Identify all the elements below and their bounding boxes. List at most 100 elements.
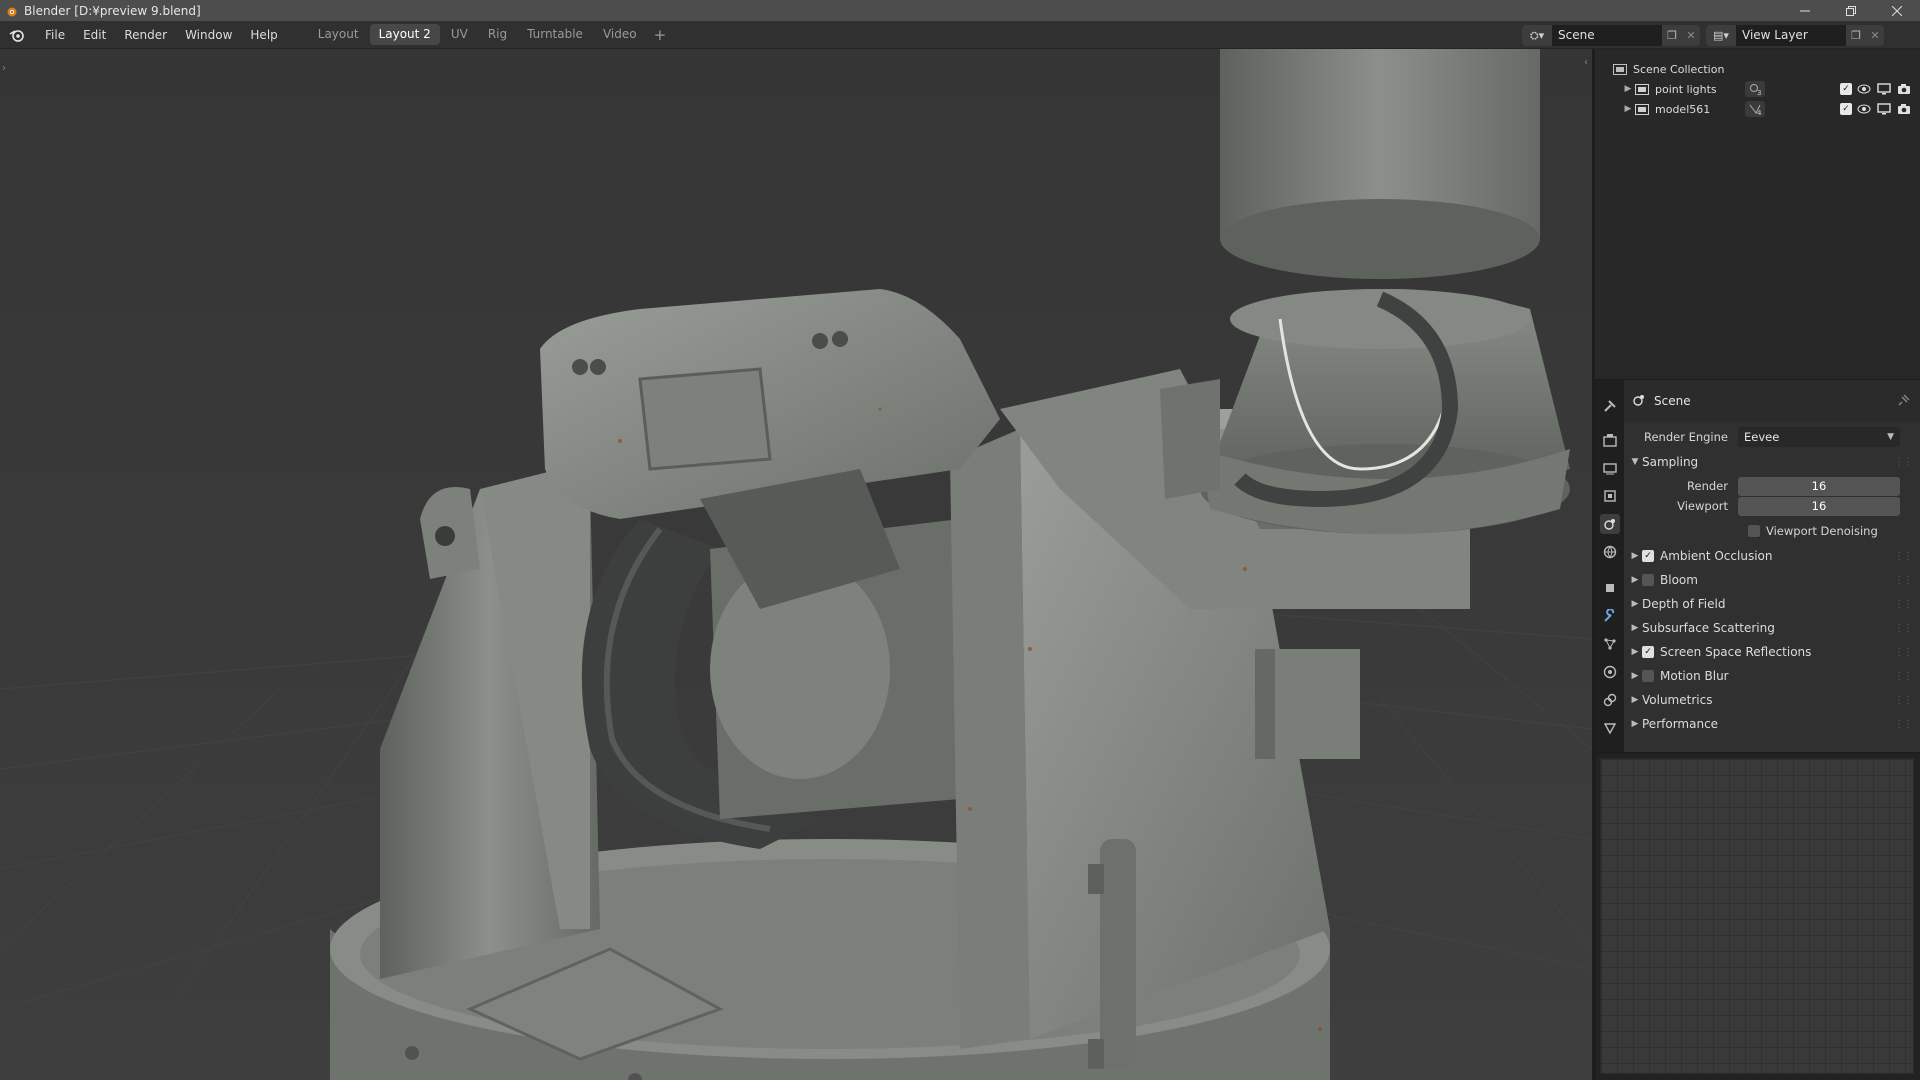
expand-triangle-icon[interactable]: ▶: [1621, 84, 1635, 94]
data-icon[interactable]: [1600, 718, 1620, 738]
menu-window[interactable]: Window: [176, 21, 241, 49]
subsurface-scattering-panel-header[interactable]: ▶ Subsurface Scattering ⋮⋮: [1624, 616, 1920, 640]
screen-space-reflections-checkbox[interactable]: ✓: [1642, 646, 1654, 658]
new-view-layer-icon[interactable]: ❐: [1846, 25, 1866, 46]
editor-grid-canvas[interactable]: [1600, 758, 1914, 1074]
add-workspace-button[interactable]: +: [648, 26, 673, 44]
drag-handle-icon[interactable]: ⋮⋮: [1894, 623, 1913, 634]
drag-handle-icon[interactable]: ⋮⋮: [1894, 457, 1913, 468]
delete-scene-icon[interactable]: ✕: [1682, 25, 1700, 46]
chevron-down-icon: ▼: [1887, 432, 1894, 442]
ambient-occlusion-checkbox[interactable]: ✓: [1642, 550, 1654, 562]
sidebar-expand-icon[interactable]: ‹: [1584, 57, 1588, 68]
screen-space-reflections-panel-header[interactable]: ▶ ✓ Screen Space Reflections ⋮⋮: [1624, 640, 1920, 664]
new-scene-icon[interactable]: ❐: [1662, 25, 1682, 46]
bloom-panel-header[interactable]: ▶ Bloom ⋮⋮: [1624, 568, 1920, 592]
performance-panel-header[interactable]: ▶ Performance ⋮⋮: [1624, 712, 1920, 736]
scene-icon[interactable]: [1600, 514, 1620, 534]
depth-of-field-panel-header[interactable]: ▶ Depth of Field ⋮⋮: [1624, 592, 1920, 616]
monitor-icon[interactable]: [1876, 102, 1892, 116]
light-count-badge: 3: [1745, 81, 1765, 97]
collection-name: point lights: [1655, 82, 1717, 96]
drag-handle-icon[interactable]: ⋮⋮: [1894, 647, 1913, 658]
scene-icon: [1632, 393, 1646, 410]
collapsed-triangle-icon: ▶: [1631, 551, 1639, 561]
volumetrics-panel-header[interactable]: ▶ Volumetrics ⋮⋮: [1624, 688, 1920, 712]
camera-icon[interactable]: [1896, 102, 1912, 116]
viewport-scene-render: [0, 49, 1592, 1080]
viewport-denoising-row: Viewport Denoising: [1624, 521, 1920, 541]
drag-handle-icon[interactable]: ⋮⋮: [1894, 719, 1913, 730]
close-icon[interactable]: [1874, 0, 1920, 21]
eye-icon[interactable]: [1856, 102, 1872, 116]
collapsed-triangle-icon: ▶: [1631, 719, 1639, 729]
ambient-occlusion-panel-header[interactable]: ▶ ✓ Ambient Occlusion ⋮⋮: [1624, 544, 1920, 568]
scene-browse-icon[interactable]: ⛭▾: [1522, 25, 1552, 46]
output-icon[interactable]: [1600, 458, 1620, 478]
scene-name-field[interactable]: Scene: [1552, 25, 1662, 46]
properties-tab-strip: [1596, 380, 1624, 752]
view-layer-icon[interactable]: [1600, 486, 1620, 506]
tab-layout-2[interactable]: Layout 2: [369, 24, 440, 45]
tab-turntable[interactable]: Turntable: [518, 24, 592, 45]
drag-handle-icon[interactable]: ⋮⋮: [1894, 551, 1913, 562]
menu-edit[interactable]: Edit: [74, 21, 115, 49]
render-engine-dropdown[interactable]: Eevee ▼: [1738, 427, 1900, 447]
menu-file[interactable]: File: [36, 21, 74, 49]
exclude-checkbox[interactable]: ✓: [1840, 103, 1852, 115]
camera-icon[interactable]: [1896, 82, 1912, 96]
minimize-icon[interactable]: [1782, 0, 1828, 21]
3d-viewport[interactable]: › ‹: [0, 49, 1592, 1080]
bloom-checkbox[interactable]: [1642, 574, 1654, 586]
render-engine-row: Render Engine Eevee ▼: [1624, 427, 1920, 447]
motion-blur-panel-header[interactable]: ▶ Motion Blur ⋮⋮: [1624, 664, 1920, 688]
blender-logo-icon[interactable]: [8, 26, 26, 44]
collection-icon: [1613, 63, 1627, 75]
workspace-tabs: Layout Layout 2 UV Rig Turntable Video +: [309, 24, 672, 45]
delete-view-layer-icon[interactable]: ✕: [1866, 25, 1884, 46]
tab-uv[interactable]: UV: [442, 24, 477, 45]
tab-rig[interactable]: Rig: [479, 24, 516, 45]
scene-collection-row[interactable]: Scene Collection: [1595, 59, 1920, 79]
modifier-wrench-icon[interactable]: [1600, 606, 1620, 626]
viewport-samples-field[interactable]: 16: [1738, 496, 1900, 516]
drag-handle-icon[interactable]: ⋮⋮: [1894, 695, 1913, 706]
drag-handle-icon[interactable]: ⋮⋮: [1894, 671, 1913, 682]
tab-layout[interactable]: Layout: [309, 24, 368, 45]
constraints-icon[interactable]: [1600, 690, 1620, 710]
view-layer-name-field[interactable]: View Layer: [1736, 25, 1846, 46]
exclude-checkbox[interactable]: ✓: [1840, 83, 1852, 95]
window-title: Blender [D:¥preview 9.blend]: [24, 3, 201, 18]
window-titlebar: Blender [D:¥preview 9.blend]: [0, 0, 1920, 21]
collapsed-triangle-icon: ▶: [1631, 671, 1639, 681]
tool-icon[interactable]: [1600, 396, 1620, 416]
drag-handle-icon[interactable]: ⋮⋮: [1894, 599, 1913, 610]
expand-triangle-icon[interactable]: ▶: [1621, 104, 1635, 114]
bottom-editor-area: [1596, 754, 1920, 1080]
viewport-denoising-checkbox[interactable]: Viewport Denoising: [1748, 521, 1878, 541]
motion-blur-checkbox[interactable]: [1642, 670, 1654, 682]
svg-text:3: 3: [1757, 89, 1761, 95]
sampling-panel-header[interactable]: ▼ Sampling ⋮⋮: [1624, 450, 1920, 474]
outliner-item-point-lights[interactable]: ▶ point lights 3 ✓: [1595, 79, 1920, 99]
tab-video[interactable]: Video: [594, 24, 646, 45]
object-icon[interactable]: [1600, 578, 1620, 598]
particles-icon[interactable]: [1600, 634, 1620, 654]
drag-handle-icon[interactable]: ⋮⋮: [1894, 575, 1913, 586]
monitor-icon[interactable]: [1876, 82, 1892, 96]
render-samples-field[interactable]: 16: [1738, 476, 1900, 496]
menu-render[interactable]: Render: [115, 21, 176, 49]
pin-icon[interactable]: [1898, 394, 1910, 409]
physics-icon[interactable]: [1600, 662, 1620, 682]
world-icon[interactable]: [1600, 542, 1620, 562]
collapsed-triangle-icon: ▶: [1631, 695, 1639, 705]
eye-icon[interactable]: [1856, 82, 1872, 96]
collection-name: model561: [1655, 102, 1711, 116]
render-icon[interactable]: [1600, 430, 1620, 450]
sampling-render-row: Render 16: [1624, 476, 1920, 496]
restore-icon[interactable]: [1828, 0, 1874, 21]
outliner-item-model561[interactable]: ▶ model561 4 ✓: [1595, 99, 1920, 119]
view-layer-browse-icon[interactable]: ▤▾: [1706, 25, 1736, 46]
menu-help[interactable]: Help: [241, 21, 286, 49]
toolbar-expand-icon[interactable]: ›: [2, 63, 6, 74]
